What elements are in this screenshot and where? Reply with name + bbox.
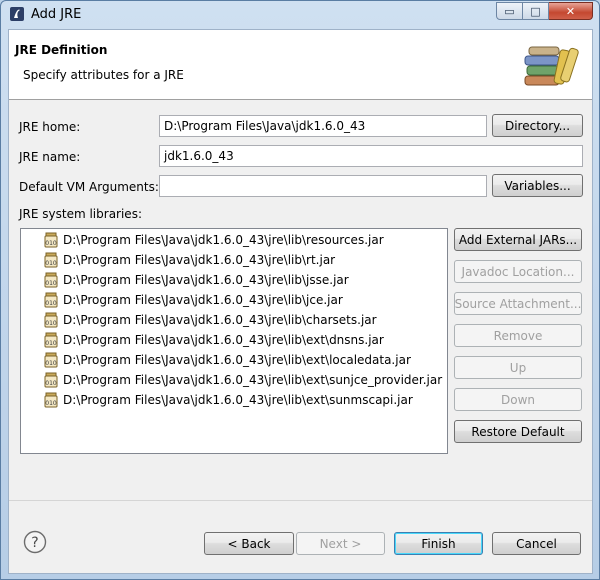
jar-icon: 010 <box>44 332 58 348</box>
help-icon[interactable]: ? <box>23 530 47 554</box>
library-path: D:\Program Files\Java\jdk1.6.0_43\jre\li… <box>63 293 343 307</box>
minimize-button[interactable]: ▭ <box>496 2 523 20</box>
source-attachment-button[interactable]: Source Attachment... <box>454 292 582 315</box>
svg-text:010: 010 <box>45 360 57 367</box>
jre-home-label: JRE home: <box>19 120 81 134</box>
svg-text:010: 010 <box>45 340 57 347</box>
library-path: D:\Program Files\Java\jdk1.6.0_43\jre\li… <box>63 393 413 407</box>
jre-name-label: JRE name: <box>19 150 81 164</box>
remove-button[interactable]: Remove <box>454 324 582 347</box>
list-item[interactable]: 010 D:\Program Files\Java\jdk1.6.0_43\jr… <box>43 311 377 329</box>
next-button[interactable]: Next > <box>296 532 385 555</box>
svg-text:010: 010 <box>45 280 57 287</box>
svg-text:010: 010 <box>45 400 57 407</box>
list-item[interactable]: 010 D:\Program Files\Java\jdk1.6.0_43\jr… <box>43 331 384 349</box>
help-glyph: ? <box>31 535 38 551</box>
java-libraries-icon <box>524 46 579 86</box>
list-item[interactable]: 010 D:\Program Files\Java\jdk1.6.0_43\jr… <box>43 351 411 369</box>
variables-button[interactable]: Variables... <box>492 174 583 197</box>
jar-icon: 010 <box>44 372 58 388</box>
list-item[interactable]: 010 D:\Program Files\Java\jdk1.6.0_43\jr… <box>43 391 413 409</box>
library-path: D:\Program Files\Java\jdk1.6.0_43\jre\li… <box>63 333 384 347</box>
jar-icon: 010 <box>44 392 58 408</box>
footer-divider <box>9 500 592 501</box>
jar-icon: 010 <box>44 232 58 248</box>
library-path: D:\Program Files\Java\jdk1.6.0_43\jre\li… <box>63 353 411 367</box>
javadoc-location-button[interactable]: Javadoc Location... <box>454 260 582 283</box>
dialog-header: JRE Definition Specify attributes for a … <box>9 30 592 100</box>
library-path: D:\Program Files\Java\jdk1.6.0_43\jre\li… <box>63 253 336 267</box>
restore-default-button[interactable]: Restore Default <box>454 420 582 443</box>
svg-text:010: 010 <box>45 260 57 267</box>
down-button[interactable]: Down <box>454 388 582 411</box>
close-button[interactable]: ✕ <box>549 2 593 20</box>
svg-text:010: 010 <box>45 380 57 387</box>
jre-name-field[interactable]: jdk1.6.0_43 <box>159 145 583 167</box>
eclipse-app-icon <box>10 7 24 21</box>
svg-text:010: 010 <box>45 240 57 247</box>
libraries-label: JRE system libraries: <box>19 207 142 221</box>
minimize-icon: ▭ <box>504 4 515 18</box>
directory-button[interactable]: Directory... <box>492 114 583 137</box>
list-item[interactable]: 010 D:\Program Files\Java\jdk1.6.0_43\jr… <box>43 291 343 309</box>
back-button[interactable]: < Back <box>204 532 294 555</box>
jar-icon: 010 <box>44 252 58 268</box>
svg-text:010: 010 <box>45 320 57 327</box>
maximize-button[interactable]: □ <box>523 2 549 20</box>
jar-icon: 010 <box>44 272 58 288</box>
dialog-body: JRE Definition Specify attributes for a … <box>8 29 593 574</box>
jar-icon: 010 <box>44 292 58 308</box>
add-jre-dialog: Add JRE ▭ □ ✕ JRE Definition Specify att… <box>0 0 600 580</box>
list-item[interactable]: 010 D:\Program Files\Java\jdk1.6.0_43\jr… <box>43 271 349 289</box>
list-item[interactable]: 010 D:\Program Files\Java\jdk1.6.0_43\jr… <box>43 231 384 249</box>
up-button[interactable]: Up <box>454 356 582 379</box>
library-path: D:\Program Files\Java\jdk1.6.0_43\jre\li… <box>63 233 384 247</box>
jar-icon: 010 <box>44 312 58 328</box>
list-item[interactable]: 010 D:\Program Files\Java\jdk1.6.0_43\jr… <box>43 251 335 269</box>
library-path: D:\Program Files\Java\jdk1.6.0_43\jre\li… <box>63 273 349 287</box>
library-path: D:\Program Files\Java\jdk1.6.0_43\jre\li… <box>63 373 443 387</box>
libraries-list[interactable]: 010 D:\Program Files\Java\jdk1.6.0_43\jr… <box>20 228 448 454</box>
library-path: D:\Program Files\Java\jdk1.6.0_43\jre\li… <box>63 313 377 327</box>
jar-icon: 010 <box>44 352 58 368</box>
jre-home-field[interactable]: D:\Program Files\Java\jdk1.6.0_43 <box>159 115 487 137</box>
header-description: Specify attributes for a JRE <box>23 68 184 82</box>
finish-button[interactable]: Finish <box>394 532 483 555</box>
window-title: Add JRE <box>31 7 82 22</box>
window-controls: ▭ □ ✕ <box>496 2 593 20</box>
vm-arguments-label: Default VM Arguments: <box>19 180 159 194</box>
vm-arguments-field[interactable] <box>159 175 487 197</box>
maximize-icon: □ <box>530 4 541 18</box>
list-item[interactable]: 010 D:\Program Files\Java\jdk1.6.0_43\jr… <box>43 371 442 389</box>
cancel-button[interactable]: Cancel <box>492 532 581 555</box>
close-icon: ✕ <box>565 4 576 18</box>
title-bar[interactable]: Add JRE ▭ □ ✕ <box>1 1 599 29</box>
header-title: JRE Definition <box>15 43 108 57</box>
add-external-jars-button[interactable]: Add External JARs... <box>454 228 582 251</box>
svg-text:010: 010 <box>45 300 57 307</box>
